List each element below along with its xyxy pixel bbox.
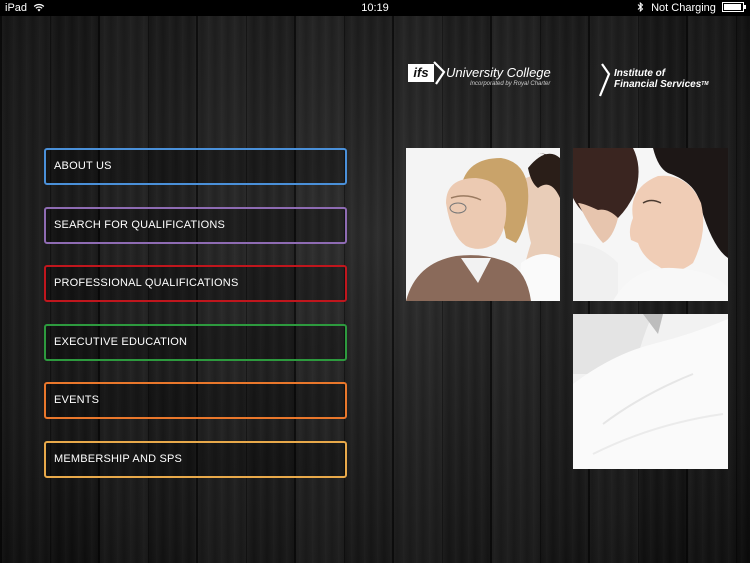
membership-sps-button[interactable]: MEMBERSHIP AND SPS [44,440,347,478]
institute-logo-line2: Financial Services [614,79,702,90]
institute-logo-text: Institute of Financial ServicesTM [614,68,709,90]
ifs-logo-box: ifs [408,64,434,82]
events-button[interactable]: EVENTS [44,382,347,420]
trademark-symbol: TM [701,81,709,87]
status-right: Not Charging [637,0,746,16]
ifs-university-college-logo: ifs University College Incorporated by R… [408,61,558,96]
battery-icon [722,2,746,12]
ifs-slash-icon [433,61,446,85]
institute-logo-line1: Institute of [614,68,666,79]
professional-qualifications-button[interactable]: PROFESSIONAL QUALIFICATIONS [44,265,347,303]
bluetooth-icon [637,1,644,13]
photo-tile-woman-profile [573,148,728,301]
ifs-logo-subtitle: Incorporated by Royal Charter [470,81,551,87]
ifs-logo-name: University College [446,65,551,80]
photo-tile-businesswomen [406,148,560,301]
executive-education-button[interactable]: EXECUTIVE EDUCATION [44,323,347,361]
about-us-button[interactable]: ABOUT US [44,148,347,185]
search-qualifications-button[interactable]: SEARCH FOR QUALIFICATIONS [44,206,347,244]
institute-financial-services-logo: Institute of Financial ServicesTM [598,62,718,98]
battery-status-text: Not Charging [651,2,716,14]
institute-mark-icon [598,63,611,97]
status-bar: iPad 10:19 Not Charging [0,0,750,16]
main-menu: ABOUT US SEARCH FOR QUALIFICATIONS PROFE… [44,148,347,500]
photo-tile-white-shirt [573,314,728,469]
